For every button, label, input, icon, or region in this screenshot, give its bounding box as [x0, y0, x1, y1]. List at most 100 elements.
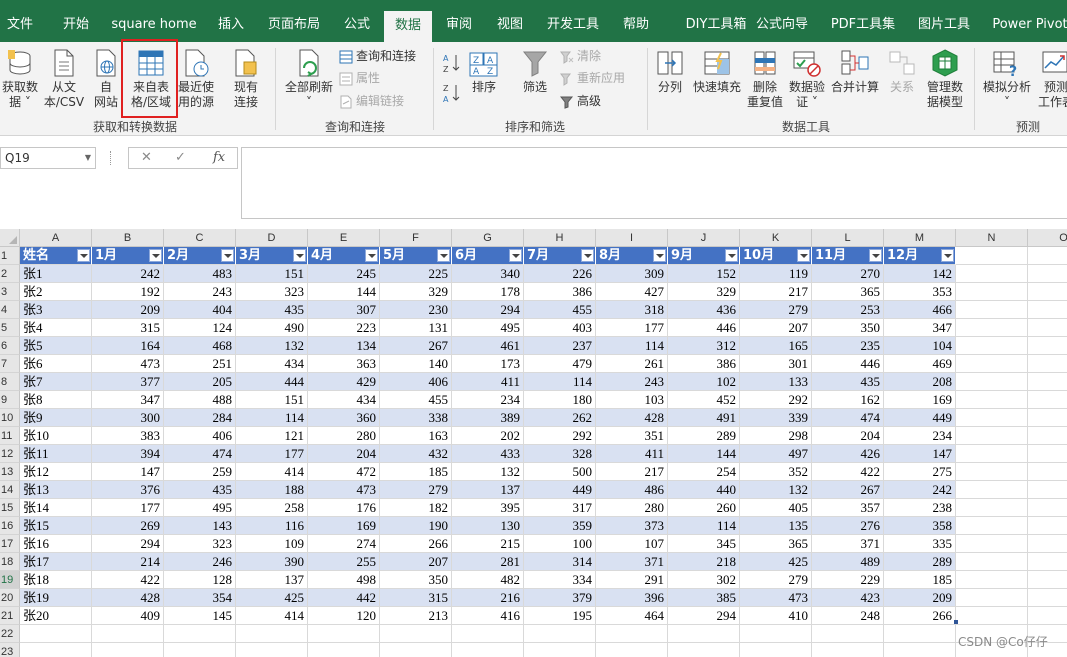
- value-cell[interactable]: 267: [812, 481, 884, 499]
- name-cell[interactable]: 张16: [20, 535, 92, 553]
- column-header-i[interactable]: I: [596, 229, 668, 247]
- value-cell[interactable]: 414: [236, 463, 308, 481]
- value-cell[interactable]: 363: [308, 355, 380, 373]
- edit-links-button[interactable]: 编辑链接: [339, 91, 404, 111]
- tab-help[interactable]: 帮助: [615, 0, 657, 42]
- empty-cell[interactable]: [236, 643, 308, 657]
- value-cell[interactable]: 335: [884, 535, 956, 553]
- value-cell[interactable]: 474: [812, 409, 884, 427]
- name-box[interactable]: Q19 ▼: [0, 147, 96, 169]
- tab-page-layout[interactable]: 页面布局: [261, 0, 327, 42]
- value-cell[interactable]: 497: [740, 445, 812, 463]
- value-cell[interactable]: 151: [236, 391, 308, 409]
- value-cell[interactable]: 134: [308, 337, 380, 355]
- empty-cell[interactable]: [956, 607, 1028, 625]
- value-cell[interactable]: 243: [164, 283, 236, 301]
- table-header-cell[interactable]: 5月: [380, 247, 452, 265]
- empty-cell[interactable]: [740, 625, 812, 643]
- value-cell[interactable]: 114: [668, 517, 740, 535]
- value-cell[interactable]: 298: [740, 427, 812, 445]
- advanced-filter-button[interactable]: 高级: [560, 91, 601, 111]
- empty-cell[interactable]: [1028, 607, 1067, 625]
- value-cell[interactable]: 294: [92, 535, 164, 553]
- value-cell[interactable]: 490: [236, 319, 308, 337]
- formula-input[interactable]: [241, 147, 1067, 219]
- value-cell[interactable]: 289: [884, 553, 956, 571]
- value-cell[interactable]: 334: [524, 571, 596, 589]
- row-header-11[interactable]: 11: [0, 427, 20, 445]
- empty-cell[interactable]: [1028, 553, 1067, 571]
- empty-cell[interactable]: [1028, 589, 1067, 607]
- value-cell[interactable]: 482: [452, 571, 524, 589]
- value-cell[interactable]: 275: [884, 463, 956, 481]
- value-cell[interactable]: 414: [236, 607, 308, 625]
- value-cell[interactable]: 103: [596, 391, 668, 409]
- value-cell[interactable]: 144: [308, 283, 380, 301]
- column-header-h[interactable]: H: [524, 229, 596, 247]
- empty-cell[interactable]: [956, 247, 1028, 265]
- empty-cell[interactable]: [92, 625, 164, 643]
- value-cell[interactable]: 143: [164, 517, 236, 535]
- empty-cell[interactable]: [1028, 355, 1067, 373]
- empty-cell[interactable]: [308, 625, 380, 643]
- value-cell[interactable]: 266: [380, 535, 452, 553]
- value-cell[interactable]: 339: [740, 409, 812, 427]
- empty-cell[interactable]: [1028, 247, 1067, 265]
- value-cell[interactable]: 208: [884, 373, 956, 391]
- clear-filter-button[interactable]: 清除: [560, 46, 601, 66]
- value-cell[interactable]: 173: [452, 355, 524, 373]
- value-cell[interactable]: 281: [452, 553, 524, 571]
- column-header-n[interactable]: N: [956, 229, 1028, 247]
- value-cell[interactable]: 428: [92, 589, 164, 607]
- name-cell[interactable]: 张20: [20, 607, 92, 625]
- value-cell[interactable]: 131: [380, 319, 452, 337]
- tab-pdf-tools[interactable]: PDF工具集: [826, 0, 900, 42]
- empty-cell[interactable]: [1028, 571, 1067, 589]
- value-cell[interactable]: 409: [92, 607, 164, 625]
- value-cell[interactable]: 116: [236, 517, 308, 535]
- value-cell[interactable]: 152: [668, 265, 740, 283]
- name-cell[interactable]: 张13: [20, 481, 92, 499]
- table-header-cell[interactable]: 6月: [452, 247, 524, 265]
- name-cell[interactable]: 张8: [20, 391, 92, 409]
- manage-data-model-button[interactable]: 管理数 据模型: [922, 48, 968, 110]
- value-cell[interactable]: 137: [236, 571, 308, 589]
- empty-cell[interactable]: [164, 643, 236, 657]
- value-cell[interactable]: 347: [92, 391, 164, 409]
- name-cell[interactable]: 张10: [20, 427, 92, 445]
- value-cell[interactable]: 130: [452, 517, 524, 535]
- value-cell[interactable]: 235: [812, 337, 884, 355]
- empty-cell[interactable]: [308, 643, 380, 657]
- filter-button[interactable]: 筛选: [516, 48, 554, 95]
- value-cell[interactable]: 234: [452, 391, 524, 409]
- value-cell[interactable]: 360: [308, 409, 380, 427]
- column-header-c[interactable]: C: [164, 229, 236, 247]
- name-cell[interactable]: 张18: [20, 571, 92, 589]
- row-header-23[interactable]: 23: [0, 643, 20, 657]
- row-header-9[interactable]: 9: [0, 391, 20, 409]
- relationships-button[interactable]: 关系: [884, 48, 920, 95]
- value-cell[interactable]: 276: [812, 517, 884, 535]
- value-cell[interactable]: 213: [380, 607, 452, 625]
- empty-cell[interactable]: [596, 625, 668, 643]
- column-header-a[interactable]: A: [20, 229, 92, 247]
- empty-cell[interactable]: [1028, 391, 1067, 409]
- value-cell[interactable]: 371: [596, 553, 668, 571]
- name-cell[interactable]: 张14: [20, 499, 92, 517]
- value-cell[interactable]: 132: [236, 337, 308, 355]
- value-cell[interactable]: 279: [740, 571, 812, 589]
- tab-formulas[interactable]: 公式: [335, 0, 379, 42]
- name-cell[interactable]: 张7: [20, 373, 92, 391]
- name-cell[interactable]: 张4: [20, 319, 92, 337]
- data-validation-button[interactable]: 数据验 证 ˅: [787, 48, 827, 110]
- cancel-icon[interactable]: ✕: [141, 148, 152, 168]
- value-cell[interactable]: 449: [884, 409, 956, 427]
- value-cell[interactable]: 133: [740, 373, 812, 391]
- table-header-cell[interactable]: 4月: [308, 247, 380, 265]
- empty-cell[interactable]: [956, 391, 1028, 409]
- empty-cell[interactable]: [1028, 265, 1067, 283]
- column-header-o[interactable]: O: [1028, 229, 1067, 247]
- value-cell[interactable]: 229: [812, 571, 884, 589]
- value-cell[interactable]: 410: [740, 607, 812, 625]
- value-cell[interactable]: 245: [308, 265, 380, 283]
